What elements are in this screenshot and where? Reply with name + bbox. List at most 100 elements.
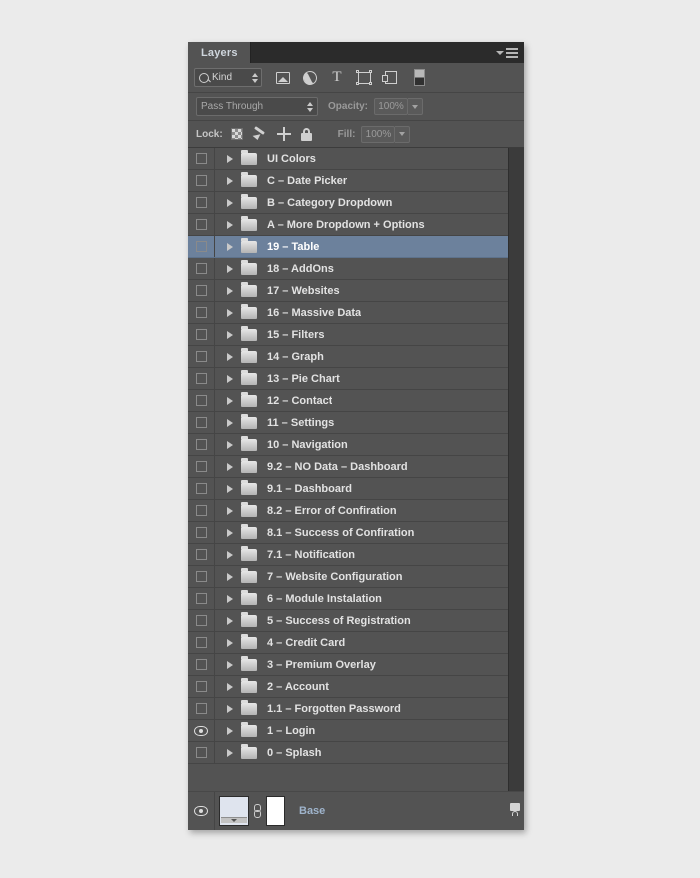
group-disclosure-triangle-icon[interactable] xyxy=(227,573,233,581)
group-disclosure-triangle-icon[interactable] xyxy=(227,529,233,537)
layer-row[interactable]: A – More Dropdown + Options xyxy=(188,214,508,236)
group-disclosure-triangle-icon[interactable] xyxy=(227,309,233,317)
layer-row[interactable]: 11 – Settings xyxy=(188,412,508,434)
tab-layers[interactable]: Layers xyxy=(188,42,251,63)
layer-row[interactable]: 13 – Pie Chart xyxy=(188,368,508,390)
group-disclosure-triangle-icon[interactable] xyxy=(227,551,233,559)
group-disclosure-triangle-icon[interactable] xyxy=(227,485,233,493)
group-disclosure-triangle-icon[interactable] xyxy=(227,265,233,273)
fill-dropdown-arrow[interactable] xyxy=(395,126,410,143)
layer-row[interactable]: 1 – Login xyxy=(188,720,508,742)
layer-visibility-toggle[interactable] xyxy=(188,258,215,279)
base-layer-name[interactable]: Base xyxy=(299,805,510,817)
lock-image-pixels-icon[interactable] xyxy=(253,127,267,141)
shape-layer-filter-icon[interactable] xyxy=(356,70,372,86)
layer-visibility-toggle[interactable] xyxy=(188,588,215,609)
group-disclosure-triangle-icon[interactable] xyxy=(227,507,233,515)
smart-object-filter-icon[interactable] xyxy=(383,70,399,86)
layer-visibility-toggle[interactable] xyxy=(188,676,215,697)
layer-row[interactable]: C – Date Picker xyxy=(188,170,508,192)
opacity-input[interactable]: 100% xyxy=(374,98,408,115)
lock-all-icon[interactable] xyxy=(301,128,312,141)
layer-visibility-toggle[interactable] xyxy=(188,566,215,587)
group-disclosure-triangle-icon[interactable] xyxy=(227,441,233,449)
layer-visibility-toggle[interactable] xyxy=(188,720,215,741)
layer-visibility-toggle[interactable] xyxy=(188,148,215,169)
layer-visibility-toggle[interactable] xyxy=(188,302,215,323)
layer-visibility-toggle[interactable] xyxy=(188,522,215,543)
group-disclosure-triangle-icon[interactable] xyxy=(227,155,233,163)
layer-row[interactable]: 9.2 – NO Data – Dashboard xyxy=(188,456,508,478)
base-visibility-toggle[interactable] xyxy=(188,792,215,830)
layer-visibility-toggle[interactable] xyxy=(188,654,215,675)
layer-visibility-toggle[interactable] xyxy=(188,346,215,367)
layer-row[interactable]: 10 – Navigation xyxy=(188,434,508,456)
layer-visibility-toggle[interactable] xyxy=(188,280,215,301)
group-disclosure-triangle-icon[interactable] xyxy=(227,375,233,383)
layer-row[interactable]: 8.1 – Success of Confiration xyxy=(188,522,508,544)
group-disclosure-triangle-icon[interactable] xyxy=(227,419,233,427)
updown-stepper-icon[interactable] xyxy=(252,73,258,83)
layer-visibility-toggle[interactable] xyxy=(188,214,215,235)
layer-visibility-toggle[interactable] xyxy=(188,456,215,477)
group-disclosure-triangle-icon[interactable] xyxy=(227,287,233,295)
link-chain-icon[interactable] xyxy=(252,804,263,818)
opacity-dropdown-arrow[interactable] xyxy=(408,98,423,115)
base-layer-row[interactable]: Base xyxy=(188,791,524,830)
layer-row[interactable]: 7.1 – Notification xyxy=(188,544,508,566)
layer-row[interactable]: 6 – Module Instalation xyxy=(188,588,508,610)
layer-visibility-toggle[interactable] xyxy=(188,632,215,653)
group-disclosure-triangle-icon[interactable] xyxy=(227,639,233,647)
layer-row[interactable]: 19 – Table xyxy=(188,236,508,258)
group-disclosure-triangle-icon[interactable] xyxy=(227,243,233,251)
group-disclosure-triangle-icon[interactable] xyxy=(227,199,233,207)
layer-list-scrollbar[interactable] xyxy=(508,148,524,791)
pixel-layer-filter-icon[interactable] xyxy=(275,70,291,86)
group-disclosure-triangle-icon[interactable] xyxy=(227,749,233,757)
layer-mask-thumbnail[interactable] xyxy=(266,796,285,826)
layer-visibility-toggle[interactable] xyxy=(188,544,215,565)
fill-input[interactable]: 100% xyxy=(361,126,395,143)
layer-row[interactable]: 8.2 – Error of Confiration xyxy=(188,500,508,522)
layer-thumbnail[interactable] xyxy=(219,796,249,826)
group-disclosure-triangle-icon[interactable] xyxy=(227,463,233,471)
filter-toggle-switch-icon[interactable] xyxy=(410,70,426,86)
group-disclosure-triangle-icon[interactable] xyxy=(227,705,233,713)
group-disclosure-triangle-icon[interactable] xyxy=(227,177,233,185)
layer-row[interactable]: 2 – Account xyxy=(188,676,508,698)
layer-visibility-toggle[interactable] xyxy=(188,368,215,389)
group-disclosure-triangle-icon[interactable] xyxy=(227,353,233,361)
layer-visibility-toggle[interactable] xyxy=(188,698,215,719)
layer-row[interactable]: 0 – Splash xyxy=(188,742,508,764)
layer-row[interactable]: 4 – Credit Card xyxy=(188,632,508,654)
lock-position-icon[interactable] xyxy=(277,127,291,141)
layer-visibility-toggle[interactable] xyxy=(188,236,215,257)
group-disclosure-triangle-icon[interactable] xyxy=(227,617,233,625)
group-disclosure-triangle-icon[interactable] xyxy=(227,727,233,735)
layer-visibility-toggle[interactable] xyxy=(188,500,215,521)
layer-visibility-toggle[interactable] xyxy=(188,324,215,345)
layer-row[interactable]: 15 – Filters xyxy=(188,324,508,346)
panel-menu-icon[interactable] xyxy=(494,42,524,63)
layer-row[interactable]: 18 – AddOns xyxy=(188,258,508,280)
layer-row[interactable]: UI Colors xyxy=(188,148,508,170)
blend-mode-select[interactable]: Pass Through xyxy=(196,97,318,116)
group-disclosure-triangle-icon[interactable] xyxy=(227,661,233,669)
group-disclosure-triangle-icon[interactable] xyxy=(227,397,233,405)
group-disclosure-triangle-icon[interactable] xyxy=(227,683,233,691)
layer-visibility-toggle[interactable] xyxy=(188,434,215,455)
layer-visibility-toggle[interactable] xyxy=(188,742,215,763)
filter-kind-select[interactable]: Kind xyxy=(194,68,262,87)
layer-list[interactable]: UI ColorsC – Date PickerB – Category Dro… xyxy=(188,148,508,791)
layer-row[interactable]: 1.1 – Forgotten Password xyxy=(188,698,508,720)
layer-visibility-toggle[interactable] xyxy=(188,390,215,411)
layer-visibility-toggle[interactable] xyxy=(188,610,215,631)
group-disclosure-triangle-icon[interactable] xyxy=(227,331,233,339)
layer-row[interactable]: 5 – Success of Registration xyxy=(188,610,508,632)
group-disclosure-triangle-icon[interactable] xyxy=(227,221,233,229)
layer-visibility-toggle[interactable] xyxy=(188,192,215,213)
layer-row[interactable]: 17 – Websites xyxy=(188,280,508,302)
lock-transparent-pixels-icon[interactable] xyxy=(231,128,243,140)
layer-row[interactable]: 3 – Premium Overlay xyxy=(188,654,508,676)
layer-row[interactable]: B – Category Dropdown xyxy=(188,192,508,214)
